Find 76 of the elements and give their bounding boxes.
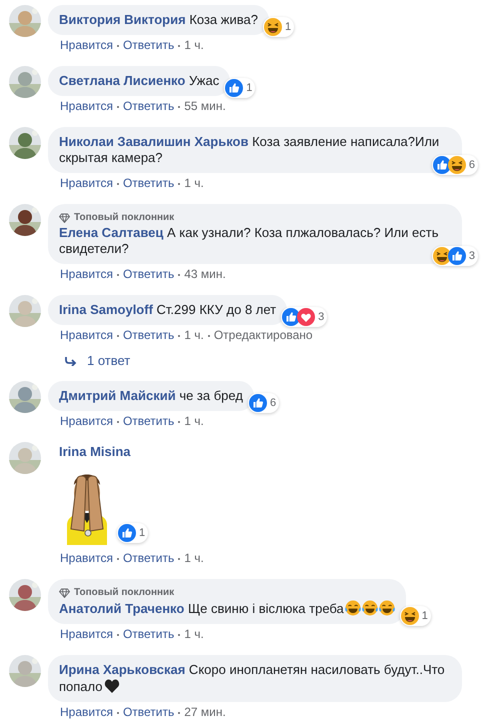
like-link[interactable]: Нравится: [60, 705, 113, 720]
separator-dot: [116, 44, 119, 46]
edited-label: Отредактировано: [214, 328, 313, 343]
replies-link[interactable]: 1 ответ: [65, 353, 479, 368]
reaction-count[interactable]: 1: [117, 523, 148, 543]
reply-link[interactable]: Ответить: [122, 99, 174, 114]
timestamp[interactable]: 1 ч.: [184, 38, 204, 53]
author-link[interactable]: Irina Samoyloff: [59, 302, 153, 317]
author-link[interactable]: Виктория Виктория: [59, 12, 186, 27]
separator-dot: [116, 558, 119, 560]
author-link[interactable]: Елена Салтавец: [59, 225, 164, 240]
separator-dot: [208, 334, 210, 336]
separator-dot: [178, 106, 180, 108]
separator-dot: [178, 182, 180, 184]
author-link[interactable]: Ирина Харьковская: [59, 662, 186, 677]
comment-text: Анатолий Траченко Ще свиню і віслюка треба: [59, 600, 395, 617]
separator-dot: [178, 420, 180, 422]
reply-link[interactable]: Ответить: [122, 414, 174, 429]
timestamp[interactable]: 1 ч.: [184, 414, 204, 429]
author-link[interactable]: Николаи Завалишин Харьков: [59, 134, 248, 149]
fan-label: Топовый поклонник: [74, 586, 174, 599]
reply-link[interactable]: Ответить: [122, 551, 174, 566]
author-name[interactable]: Irina Misina: [59, 444, 131, 459]
reply-link[interactable]: Ответить: [122, 705, 174, 720]
reaction-count[interactable]: 3: [281, 307, 328, 327]
reaction-count[interactable]: 3: [432, 246, 478, 266]
reply-link[interactable]: Ответить: [122, 176, 174, 191]
comment-text: Светлана Лисиенко Ужас: [59, 73, 220, 89]
author-link[interactable]: Светлана Лисиенко: [59, 73, 186, 88]
reaction-count[interactable]: 6: [248, 393, 280, 413]
author-link[interactable]: Анатолий Траченко: [59, 601, 184, 616]
reply-arrow-icon: [65, 356, 77, 366]
separator-dot: [116, 106, 119, 108]
reply-link[interactable]: Ответить: [122, 328, 174, 343]
separator-dot: [178, 712, 180, 714]
like-link[interactable]: Нравится: [60, 414, 113, 429]
separator-dot: [116, 420, 119, 422]
separator-dot: [178, 274, 180, 276]
fan-label: Топовый поклонник: [74, 211, 174, 224]
comment-text: Виктория Виктория Коза жива?: [59, 12, 258, 28]
diamond-icon: [59, 588, 70, 598]
separator-dot: [116, 634, 119, 636]
separator-dot: [178, 334, 180, 336]
author-link[interactable]: Дмитрий Майский: [59, 388, 176, 403]
reaction-count[interactable]: 1: [400, 606, 431, 626]
like-link[interactable]: Нравится: [60, 38, 113, 53]
like-link[interactable]: Нравится: [60, 627, 113, 642]
like-link[interactable]: Нравится: [60, 176, 113, 191]
reply-link[interactable]: Ответить: [122, 627, 174, 642]
timestamp[interactable]: 1 ч.: [184, 176, 204, 191]
diamond-icon: [59, 212, 70, 222]
reply-link[interactable]: Ответить: [122, 38, 174, 53]
like-link[interactable]: Нравится: [60, 267, 113, 282]
reply-link[interactable]: Ответить: [122, 267, 174, 282]
separator-dot: [178, 634, 180, 636]
separator-dot: [178, 558, 180, 560]
like-link[interactable]: Нравится: [60, 551, 113, 566]
timestamp[interactable]: 27 мин.: [184, 705, 226, 720]
separator-dot: [116, 712, 119, 714]
like-link[interactable]: Нравится: [60, 99, 113, 114]
comment-text: Irina Samoyloff Ст.299 ККУ до 8 лет: [59, 302, 276, 318]
timestamp[interactable]: 1 ч.: [184, 627, 204, 642]
like-link[interactable]: Нравится: [60, 328, 113, 343]
separator-dot: [116, 182, 119, 184]
separator-dot: [116, 334, 119, 336]
timestamp[interactable]: 1 ч.: [184, 551, 204, 566]
separator-dot: [178, 44, 180, 46]
reaction-count[interactable]: 1: [262, 17, 294, 37]
timestamp[interactable]: 1 ч.: [184, 328, 204, 343]
timestamp[interactable]: 55 мин.: [184, 99, 226, 114]
timestamp[interactable]: 43 мин.: [184, 267, 226, 282]
comment-text: Дмитрий Майский че за бред: [59, 388, 243, 404]
reaction-count[interactable]: 6: [432, 155, 478, 175]
separator-dot: [116, 274, 119, 276]
reaction-count[interactable]: 1: [224, 78, 256, 98]
comment-text: Ирина Харьковская Скоро инопланетян насиловать будут..Что попало: [59, 662, 446, 695]
